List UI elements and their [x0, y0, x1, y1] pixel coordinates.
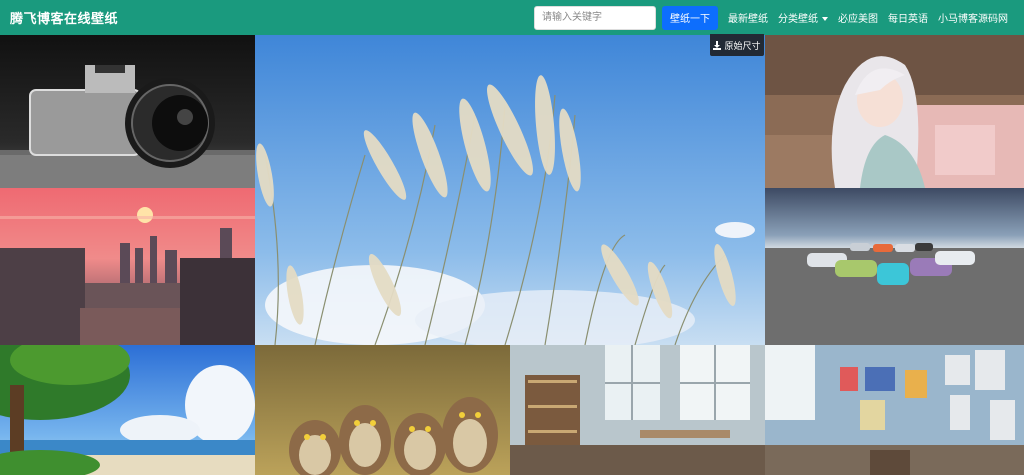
- nav-right: 壁纸一下 最新壁纸 分类壁纸 必应美图 每日英语 小马博客源码网: [534, 0, 1008, 35]
- camera-photo[interactable]: [0, 35, 255, 188]
- nav-category-label: 分类壁纸: [778, 14, 818, 25]
- download-icon: [713, 40, 722, 50]
- sunset-city-photo[interactable]: [0, 188, 255, 345]
- top-navbar: 腾飞博客在线壁纸 壁纸一下 最新壁纸 分类壁纸 必应美图 每日英语 小马博客源码…: [0, 0, 1024, 35]
- room-photo[interactable]: [510, 345, 765, 475]
- nav-source-site[interactable]: 小马博客源码网: [938, 10, 1008, 25]
- site-title[interactable]: 腾飞博客在线壁纸: [10, 8, 118, 27]
- owls-photo[interactable]: [255, 345, 510, 475]
- nav-bing[interactable]: 必应美图: [838, 10, 878, 25]
- download-original-button[interactable]: 原始尺寸: [710, 34, 764, 56]
- tree-ocean-photo[interactable]: [0, 345, 255, 475]
- chevron-down-icon: [822, 17, 828, 21]
- search-button[interactable]: 壁纸一下: [662, 5, 718, 30]
- nav-latest[interactable]: 最新壁纸: [728, 10, 768, 25]
- nav-category-dropdown[interactable]: 分类壁纸: [778, 10, 828, 25]
- anime-girl-photo[interactable]: [765, 35, 1024, 188]
- nav-daily-english[interactable]: 每日英语: [888, 10, 928, 25]
- cars-beach-photo[interactable]: [765, 188, 1024, 345]
- download-label: 原始尺寸: [724, 41, 761, 52]
- search-input[interactable]: [534, 5, 656, 30]
- poster-room-photo[interactable]: [765, 345, 1024, 475]
- reeds-sky-photo[interactable]: [255, 35, 765, 345]
